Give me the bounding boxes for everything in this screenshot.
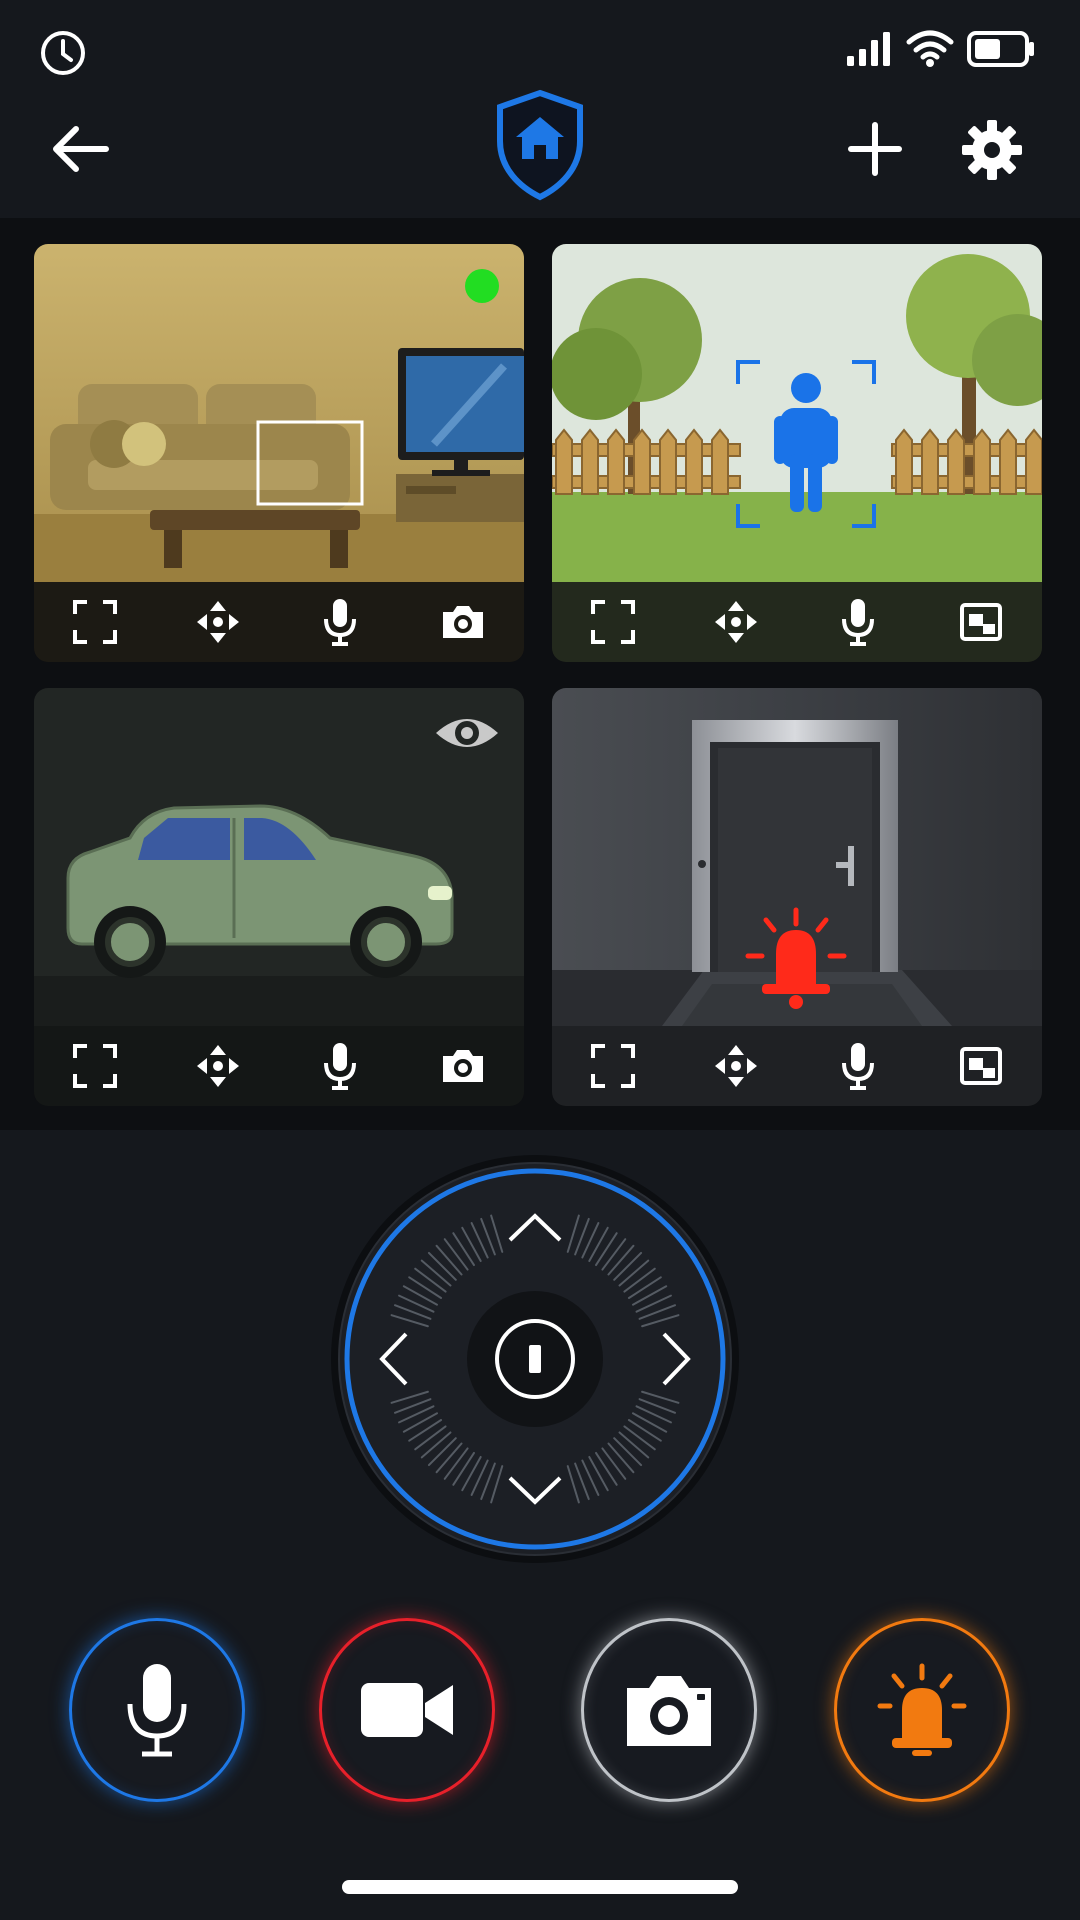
fullscreen-button[interactable] — [65, 1036, 125, 1096]
camera-feed-driveway[interactable] — [34, 688, 524, 1026]
back-button[interactable] — [40, 114, 120, 184]
microphone-icon — [127, 1664, 187, 1757]
add-camera-button[interactable] — [840, 114, 910, 184]
camera-toolbar — [552, 582, 1042, 662]
pan-up-button[interactable] — [485, 1192, 585, 1262]
microphone-button[interactable] — [828, 1036, 888, 1096]
take-snapshot-button[interactable] — [581, 1618, 757, 1802]
pan-right-button[interactable] — [642, 1309, 712, 1409]
microphone-icon — [842, 599, 875, 646]
app-logo — [490, 86, 590, 204]
chevron-left-icon — [379, 1332, 408, 1386]
camera-tile-living-room[interactable] — [34, 244, 524, 662]
gear-icon — [962, 120, 1022, 180]
home-indicator[interactable] — [342, 1880, 738, 1894]
picture-in-picture-icon — [959, 1047, 1002, 1085]
picture-in-picture-button[interactable] — [951, 592, 1011, 652]
pan-tilt-icon — [196, 1045, 239, 1087]
shield-home-icon — [497, 89, 583, 201]
camera-icon — [627, 1676, 711, 1746]
pan-tilt-button[interactable] — [188, 1036, 248, 1096]
video-camera-icon — [361, 1683, 453, 1737]
fullscreen-icon — [591, 600, 636, 644]
pan-tilt-button[interactable] — [706, 592, 766, 652]
pan-down-button[interactable] — [485, 1456, 585, 1526]
alarm-bell-icon — [877, 1663, 967, 1756]
eye-icon — [432, 710, 502, 756]
pan-tilt-button[interactable] — [706, 1036, 766, 1096]
battery-icon — [966, 30, 1036, 68]
camera-feed-living-room[interactable] — [34, 244, 524, 582]
clock-icon — [38, 28, 88, 78]
snapshot-button[interactable] — [433, 592, 493, 652]
status-bar — [0, 0, 1080, 100]
talk-button[interactable] — [69, 1618, 245, 1802]
ptz-stop-button[interactable] — [485, 1309, 585, 1409]
camera-toolbar — [34, 582, 524, 662]
camera-feed-backyard[interactable] — [552, 244, 1042, 582]
picture-in-picture-icon — [959, 603, 1002, 641]
microphone-button[interactable] — [310, 592, 370, 652]
pan-tilt-icon — [714, 601, 757, 643]
camera-toolbar — [34, 1026, 524, 1106]
picture-in-picture-button[interactable] — [951, 1036, 1011, 1096]
camera-grid — [0, 218, 1080, 1130]
pan-tilt-icon — [196, 601, 239, 643]
camera-icon — [442, 606, 483, 638]
camera-feed-front-door[interactable] — [552, 688, 1042, 1026]
camera-toolbar — [552, 1026, 1042, 1106]
camera-tile-driveway[interactable] — [34, 688, 524, 1106]
chevron-down-icon — [508, 1476, 562, 1505]
camera-tile-backyard[interactable] — [552, 244, 1042, 662]
fullscreen-button[interactable] — [65, 592, 125, 652]
pan-tilt-icon — [714, 1045, 757, 1087]
signal-icon — [846, 28, 894, 68]
camera-icon — [442, 1050, 483, 1082]
fullscreen-icon — [73, 600, 118, 644]
microphone-button[interactable] — [310, 1036, 370, 1096]
chevron-right-icon — [662, 1332, 691, 1386]
fullscreen-button[interactable] — [583, 1036, 643, 1096]
ptz-control-pad — [328, 1152, 742, 1566]
pan-tilt-button[interactable] — [188, 592, 248, 652]
microphone-icon — [324, 1043, 357, 1090]
camera-tile-front-door[interactable] — [552, 688, 1042, 1106]
microphone-icon — [842, 1043, 875, 1090]
wifi-icon — [904, 26, 956, 70]
chevron-up-icon — [508, 1213, 562, 1242]
settings-button[interactable] — [956, 114, 1028, 186]
microphone-icon — [324, 599, 357, 646]
live-indicator-dot — [462, 266, 502, 306]
fullscreen-icon — [591, 1044, 636, 1088]
snapshot-button[interactable] — [433, 1036, 493, 1096]
record-video-button[interactable] — [319, 1618, 495, 1802]
arrow-left-icon — [53, 126, 109, 172]
stop-icon — [495, 1319, 575, 1399]
plus-icon — [848, 122, 902, 176]
pan-left-button[interactable] — [358, 1309, 428, 1409]
fullscreen-icon — [73, 1044, 118, 1088]
fullscreen-button[interactable] — [583, 592, 643, 652]
app-header — [0, 89, 1080, 218]
siren-alarm-button[interactable] — [834, 1618, 1010, 1802]
microphone-button[interactable] — [828, 592, 888, 652]
